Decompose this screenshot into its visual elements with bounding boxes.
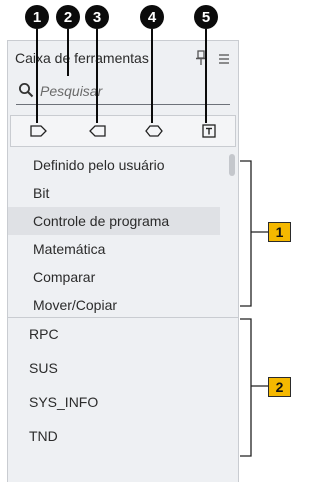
- callout-3: 3: [85, 5, 109, 29]
- category-item-math[interactable]: Matemática: [8, 235, 238, 263]
- search-icon: [18, 82, 34, 98]
- category-list: Definido pelo usuário Bit Controle de pr…: [8, 151, 238, 319]
- callout-2-pointer: [67, 29, 69, 76]
- instruction-list: RPC SUS SYS_INFO TND: [8, 317, 238, 453]
- category-item-move-copy[interactable]: Mover/Copiar: [8, 291, 238, 319]
- callout-4: 4: [140, 5, 164, 29]
- coil-filter-icon[interactable]: [87, 122, 107, 140]
- instruction-item-rpc[interactable]: RPC: [8, 317, 238, 351]
- search-box: [16, 79, 230, 105]
- instruction-item-tnd[interactable]: TND: [8, 419, 238, 453]
- callout-4-pointer: [151, 29, 153, 123]
- callout-3-pointer: [96, 29, 98, 123]
- callout-5: 5: [194, 5, 218, 29]
- scrollbar-thumb[interactable]: [229, 154, 235, 176]
- categories-bracket: [240, 160, 268, 307]
- box-filter-icon[interactable]: [144, 122, 164, 140]
- toolbox-titlebar: Caixa de ferramentas: [8, 41, 238, 75]
- contact-filter-icon[interactable]: [29, 122, 49, 140]
- filter-bar: [10, 115, 236, 147]
- instruction-item-sus[interactable]: SUS: [8, 351, 238, 385]
- category-item-bit[interactable]: Bit: [8, 179, 238, 207]
- callout-2: 2: [56, 5, 80, 29]
- callout-1-pointer: [36, 29, 38, 123]
- category-item-compare[interactable]: Comparar: [8, 263, 238, 291]
- callout-1: 1: [25, 5, 49, 29]
- instructions-bracket: [240, 318, 268, 457]
- instructions-badge: 2: [268, 377, 291, 397]
- menu-icon[interactable]: [218, 52, 230, 64]
- category-item-program-control[interactable]: Controle de programa: [8, 207, 220, 235]
- text-filter-icon[interactable]: [199, 122, 219, 140]
- instruction-item-sys-info[interactable]: SYS_INFO: [8, 385, 238, 419]
- callout-5-pointer: [205, 29, 207, 123]
- search-input[interactable]: [40, 80, 226, 102]
- category-item-user-defined[interactable]: Definido pelo usuário: [8, 151, 238, 179]
- categories-badge: 1: [268, 222, 291, 242]
